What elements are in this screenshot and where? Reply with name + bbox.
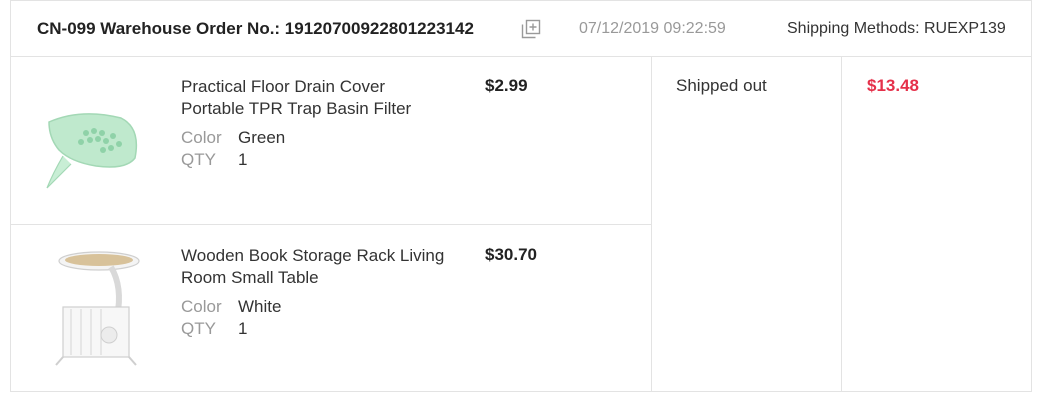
total-column: $13.48 bbox=[842, 56, 1031, 392]
product-image-drain-cover[interactable] bbox=[41, 78, 151, 203]
copy-icon[interactable] bbox=[521, 19, 541, 39]
product-color: Color Green bbox=[181, 127, 285, 149]
product-qty: QTY 1 bbox=[181, 149, 247, 171]
product-image-book-rack[interactable] bbox=[41, 247, 151, 372]
product-price: $2.99 bbox=[485, 76, 528, 95]
product-name[interactable]: Wooden Book Storage Rack Living Room Sma… bbox=[181, 245, 451, 289]
product-qty: QTY 1 bbox=[181, 318, 247, 340]
shipping-method: Shipping Methods: RUEXP139 bbox=[787, 20, 1006, 37]
qty-value: 1 bbox=[238, 150, 248, 169]
product-list: Practical Floor Drain Cover Portable TPR… bbox=[11, 56, 652, 392]
color-label: Color bbox=[181, 128, 222, 147]
order-header: CN-099 Warehouse Order No.: 191207009228… bbox=[11, 1, 1031, 57]
color-label: Color bbox=[181, 297, 222, 316]
qty-label: QTY bbox=[181, 150, 216, 169]
product-price: $30.70 bbox=[485, 245, 537, 264]
product-color: Color White bbox=[181, 296, 281, 318]
status-column: Shipped out bbox=[651, 56, 842, 392]
order-card: CN-099 Warehouse Order No.: 191207009228… bbox=[10, 0, 1032, 392]
order-total: $13.48 bbox=[867, 76, 919, 95]
product-name[interactable]: Practical Floor Drain Cover Portable TPR… bbox=[181, 76, 451, 120]
product-item: Practical Floor Drain Cover Portable TPR… bbox=[11, 56, 651, 225]
color-value: White bbox=[238, 297, 282, 316]
order-title: CN-099 Warehouse Order No.: 191207009228… bbox=[37, 19, 474, 38]
order-status: Shipped out bbox=[676, 76, 767, 95]
color-value: Green bbox=[238, 128, 286, 147]
order-date: 07/12/2019 09:22:59 bbox=[579, 20, 726, 37]
qty-label: QTY bbox=[181, 319, 216, 338]
product-item: Wooden Book Storage Rack Living Room Sma… bbox=[11, 225, 651, 393]
qty-value: 1 bbox=[238, 319, 248, 338]
